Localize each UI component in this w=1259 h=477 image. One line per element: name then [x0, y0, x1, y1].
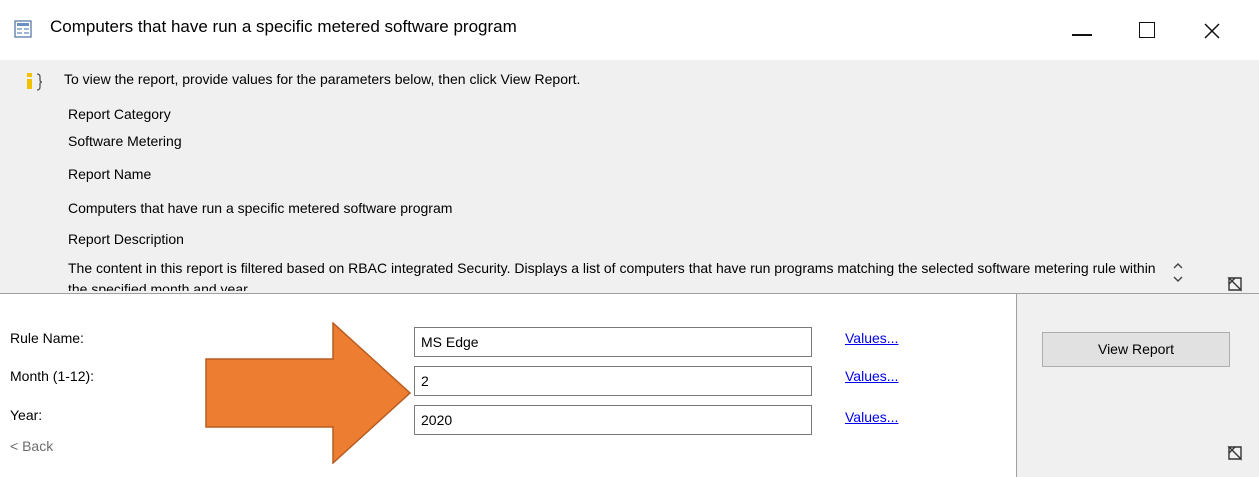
- minimize-button[interactable]: [1060, 12, 1106, 50]
- parameters-panel: Rule Name: Month (1-12): Year: < Back Va…: [0, 293, 1016, 477]
- title-bar: Computers that have run a specific meter…: [0, 0, 1259, 60]
- report-icon: [14, 20, 32, 38]
- description-label: Report Description: [68, 231, 184, 247]
- maximize-button[interactable]: [1125, 12, 1171, 50]
- description-value: The content in this report is filtered b…: [68, 260, 1156, 291]
- report-name-label: Report Name: [68, 166, 152, 182]
- year-label: Year:: [10, 407, 43, 423]
- month-input[interactable]: [414, 366, 812, 396]
- rule-name-label: Rule Name:: [10, 330, 84, 346]
- report-name-value: Computers that have run a specific meter…: [68, 200, 453, 216]
- category-value: Software Metering: [68, 133, 182, 149]
- close-icon: [1204, 23, 1220, 39]
- report-info-panel: To view the report, provide values for t…: [0, 60, 1259, 293]
- window-title: Computers that have run a specific meter…: [50, 17, 517, 36]
- year-input[interactable]: [414, 405, 812, 435]
- instruction-text: To view the report, provide values for t…: [64, 71, 581, 87]
- actions-column: View Report: [1016, 293, 1259, 477]
- pin-icon[interactable]: [1226, 444, 1244, 462]
- info-icon: [24, 71, 46, 93]
- scroll-arrows-icon[interactable]: [1170, 258, 1186, 288]
- view-report-button[interactable]: View Report: [1042, 332, 1230, 367]
- category-label: Report Category: [68, 106, 171, 122]
- back-link[interactable]: < Back: [10, 438, 53, 454]
- pin-icon[interactable]: [1226, 275, 1244, 293]
- month-label: Month (1-12):: [10, 368, 95, 384]
- month-values-link[interactable]: Values...: [845, 368, 898, 384]
- close-button[interactable]: [1190, 12, 1236, 50]
- rule-name-values-link[interactable]: Values...: [845, 330, 898, 346]
- rule-name-input[interactable]: [414, 327, 812, 357]
- parameters-area: Rule Name: Month (1-12): Year: < Back Va…: [0, 293, 1259, 477]
- year-values-link[interactable]: Values...: [845, 409, 898, 425]
